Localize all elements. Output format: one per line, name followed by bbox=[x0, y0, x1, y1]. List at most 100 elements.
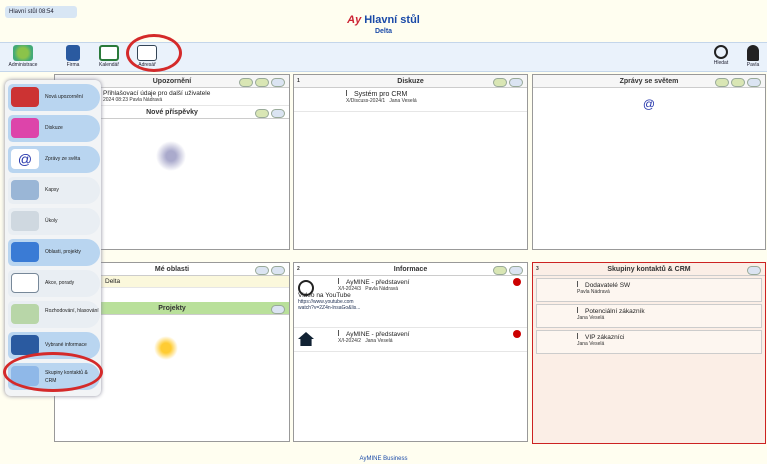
alert-icon bbox=[513, 278, 521, 286]
settings-icon[interactable] bbox=[747, 77, 761, 87]
flag-icon bbox=[338, 330, 344, 336]
menu-label: Kapsy bbox=[45, 187, 59, 193]
panel-number: 2 bbox=[297, 266, 300, 272]
list-icon[interactable] bbox=[747, 265, 761, 275]
list-icon[interactable] bbox=[271, 265, 285, 275]
meeting-icon bbox=[11, 273, 39, 293]
group-user: Jana Veselá bbox=[577, 315, 605, 321]
settings-icon[interactable] bbox=[271, 77, 285, 87]
bell-icon bbox=[11, 87, 39, 107]
panel-title: Mé oblasti bbox=[154, 266, 190, 273]
panel-title: Upozornění bbox=[152, 78, 192, 85]
info-link-cont[interactable]: watch?v=2Z4n-lnsaGo&lis... bbox=[298, 305, 523, 311]
group-title: Potenciální zákazník bbox=[585, 308, 645, 315]
info-user: Pavla Nádravá bbox=[365, 286, 399, 292]
project-icon bbox=[11, 242, 39, 262]
menu-item-diskuze[interactable]: Diskuze bbox=[8, 115, 100, 142]
empty-cart-icon bbox=[151, 141, 191, 171]
menu-label: Oblasti, projekty bbox=[45, 249, 81, 255]
at-icon: @ bbox=[11, 149, 39, 169]
address-book-menu: Nová upozornění Diskuze @ Zprávy ze světa… bbox=[5, 80, 101, 396]
page-subtitle: Delta bbox=[374, 28, 393, 35]
settings-icon[interactable] bbox=[271, 108, 285, 118]
check-icon[interactable] bbox=[255, 108, 269, 118]
flag-icon bbox=[346, 90, 352, 96]
menu-label: Vybrané informace bbox=[45, 342, 87, 348]
area-name: Delta bbox=[105, 278, 121, 285]
list-item[interactable]: Dodavatelé SW Pavla Nádravá bbox=[536, 278, 762, 302]
toolbar-user[interactable]: Pavla bbox=[736, 45, 767, 68]
menu-item-ukoly[interactable]: Úkoly bbox=[8, 208, 100, 235]
info-title: AyMINE - představení bbox=[346, 331, 410, 338]
toolbar-label: Kalendář bbox=[98, 62, 119, 68]
highlight-ring-adresar bbox=[126, 34, 182, 72]
highlight-ring-skupiny bbox=[3, 352, 103, 392]
add-icon[interactable] bbox=[715, 77, 729, 87]
at-icon: @ bbox=[642, 97, 656, 111]
panel-diskuze: 1 Diskuze Systém pro CRM X/Discuss-2024/1… bbox=[293, 74, 528, 250]
menu-item-kapsy[interactable]: Kapsy bbox=[8, 177, 100, 204]
panel-title: Skupiny kontaktů & CRM bbox=[607, 266, 691, 273]
video-icon bbox=[298, 280, 314, 296]
panel-title: Zprávy se světem bbox=[619, 78, 679, 85]
menu-item-nova-upozorneni[interactable]: Nová upozornění bbox=[8, 84, 100, 111]
settings-icon[interactable] bbox=[271, 304, 285, 314]
panel-number: 1 bbox=[297, 78, 300, 84]
menu-item-rozhodovani[interactable]: Rozhodování, hlasování bbox=[8, 301, 100, 328]
list-item[interactable]: AyMINE - představení X/I-2024/3 Pavla Ná… bbox=[294, 276, 527, 328]
sub-title: Nové příspěvky bbox=[146, 109, 198, 116]
group-title: Dodavatelé SW bbox=[585, 282, 631, 289]
panel-header: 2 Informace bbox=[294, 263, 527, 276]
menu-label: Zprávy ze světa bbox=[45, 156, 81, 162]
add-icon[interactable] bbox=[493, 77, 507, 87]
toolbar-label: Firma bbox=[66, 62, 80, 68]
menu-label: Akce, porady bbox=[45, 280, 75, 286]
list-item[interactable]: Systém pro CRM X/Discuss-2024/1 Jana Ves… bbox=[294, 88, 527, 112]
search-icon bbox=[714, 45, 728, 59]
list-item[interactable]: AyMINE - představení X/I-2024/2 Jana Ves… bbox=[294, 328, 527, 352]
toolbar-firma[interactable]: Firma bbox=[56, 45, 90, 68]
panel-title: Informace bbox=[393, 266, 428, 273]
panel-header: 3 Skupiny kontaktů & CRM bbox=[533, 263, 765, 276]
settings-icon[interactable] bbox=[509, 265, 523, 275]
refresh-icon[interactable] bbox=[731, 77, 745, 87]
toolbar-kalendar[interactable]: Kalendář bbox=[92, 45, 126, 68]
menu-item-akce[interactable]: Akce, porady bbox=[8, 270, 100, 297]
flag-icon bbox=[577, 307, 583, 313]
info-icon bbox=[11, 335, 39, 355]
refresh-icon[interactable] bbox=[239, 77, 253, 87]
panel-title: Diskuze bbox=[397, 78, 424, 85]
user-label: Pavla bbox=[746, 62, 760, 68]
toolbar-search[interactable]: Hledat bbox=[704, 45, 738, 66]
toolbar-administrace[interactable]: Administrace bbox=[6, 45, 40, 68]
panel-informace: 2 Informace AyMINE - představení X/I-2024… bbox=[293, 262, 528, 442]
panel-number: 3 bbox=[536, 266, 539, 272]
menu-item-zpravy[interactable]: @ Zprávy ze světa bbox=[8, 146, 100, 173]
settings-icon[interactable] bbox=[509, 77, 523, 87]
panel-header: 1 Diskuze bbox=[294, 75, 527, 88]
discussion-user: Jana Veselá bbox=[389, 98, 417, 104]
flag-icon bbox=[577, 281, 583, 287]
list-item[interactable]: Potenciální zákazník Jana Veselá bbox=[536, 304, 762, 328]
pocket-icon bbox=[11, 180, 39, 200]
flag-icon bbox=[577, 333, 583, 339]
alert-icon bbox=[513, 330, 521, 338]
flag-icon bbox=[338, 278, 344, 284]
add-icon[interactable] bbox=[255, 77, 269, 87]
panel-header: Zprávy se světem bbox=[533, 75, 765, 88]
menu-label: Úkoly bbox=[45, 218, 58, 224]
info-extra: Video na YouTube bbox=[298, 292, 351, 299]
add-icon[interactable] bbox=[493, 265, 507, 275]
calendar-icon bbox=[99, 45, 119, 61]
discussion-title: Systém pro CRM bbox=[354, 91, 408, 98]
discussion-icon bbox=[11, 118, 39, 138]
toolbar: Administrace Firma Kalendář Adresář Hled… bbox=[0, 42, 767, 72]
building-icon bbox=[66, 45, 80, 61]
list-item[interactable]: VIP zákazníci Jana Veselá bbox=[536, 330, 762, 354]
footer-brand: AyMINE Business bbox=[359, 456, 408, 462]
menu-label: Rozhodování, hlasování bbox=[45, 308, 99, 314]
menu-label: Nová upozornění bbox=[45, 94, 84, 100]
settings-icon[interactable] bbox=[255, 265, 269, 275]
menu-item-oblasti[interactable]: Oblasti, projekty bbox=[8, 239, 100, 266]
info-user: Jana Veselá bbox=[365, 338, 393, 344]
